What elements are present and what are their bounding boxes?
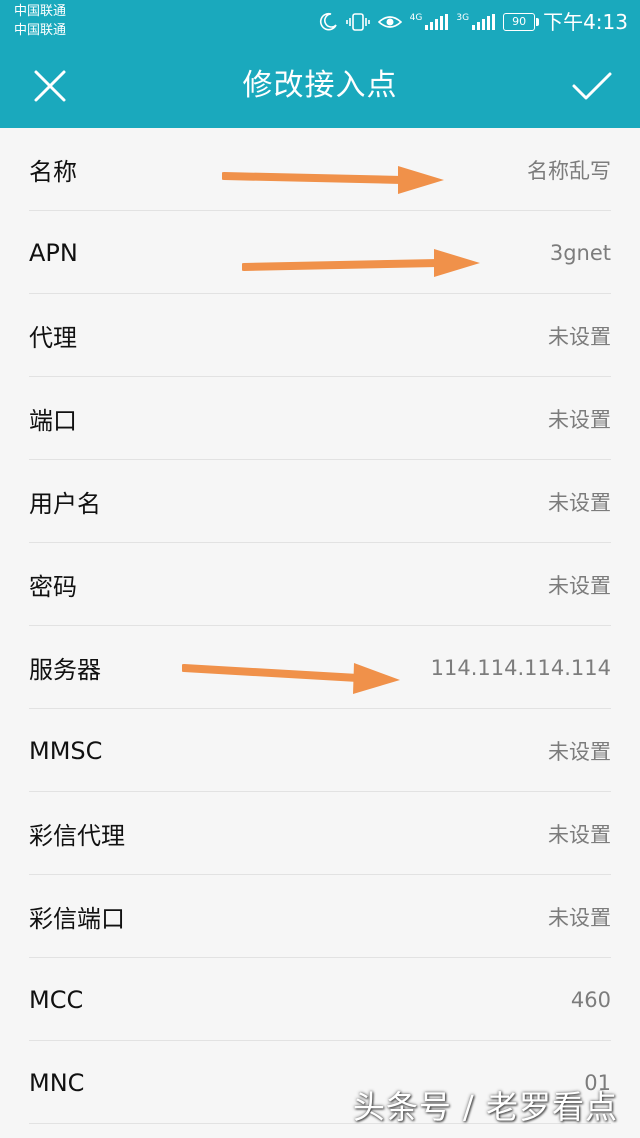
field-label: MMSC: [29, 736, 103, 765]
carrier-label-2: 中国联通: [14, 23, 67, 38]
field-label: 彩信端口: [29, 905, 125, 933]
field-row-mms-port[interactable]: 彩信端口 未设置: [0, 875, 640, 958]
apn-field-list: 名称 名称乱写 APN 3gnet 代理 未设置 端口 未设置 用户名 未设置 …: [0, 128, 640, 1124]
field-label: 名称: [29, 158, 77, 186]
field-row-name[interactable]: 名称 名称乱写: [0, 128, 640, 211]
signal-icon-1: 4G: [410, 14, 449, 30]
page-title: 修改接入点: [242, 68, 398, 103]
field-label: 代理: [29, 324, 77, 352]
field-row-port[interactable]: 端口 未设置: [0, 377, 640, 460]
field-value: 未设置: [548, 324, 611, 349]
field-label: APN: [29, 238, 78, 267]
eye-icon: [377, 16, 402, 28]
signal-icon-2: 3G: [456, 13, 496, 30]
network-type-1: 4G: [409, 13, 423, 23]
field-row-server[interactable]: 服务器 114.114.114.114: [0, 626, 640, 709]
confirm-button[interactable]: [568, 62, 616, 110]
network-type-2: 3G: [456, 13, 470, 23]
field-value: 名称乱写: [527, 158, 611, 183]
moon-icon: [319, 12, 337, 31]
status-bar: 中国联通 中国联通 4G 3G 90 下午4:13: [0, 0, 640, 44]
field-value: 460: [570, 987, 611, 1012]
status-time: 下午4:13: [543, 10, 628, 34]
field-row-username[interactable]: 用户名 未设置: [0, 460, 640, 543]
field-value: 未设置: [548, 905, 611, 930]
status-icons: 4G 3G 90 下午4:13: [318, 8, 628, 36]
watermark: 头条号 / 老罗看点: [352, 1088, 618, 1126]
carrier-label-1: 中国联通: [14, 4, 67, 19]
field-row-mcc[interactable]: MCC 460: [0, 958, 640, 1041]
field-label: 服务器: [29, 656, 101, 684]
field-value: 未设置: [548, 573, 611, 598]
field-row-mms-proxy[interactable]: 彩信代理 未设置: [0, 792, 640, 875]
field-label: 端口: [29, 407, 77, 435]
battery-icon: 90: [503, 13, 540, 31]
field-value: 未设置: [548, 822, 611, 847]
field-label: MCC: [29, 985, 84, 1014]
field-row-apn[interactable]: APN 3gnet: [0, 211, 640, 294]
field-value: 114.114.114.114: [430, 655, 611, 680]
field-value: 未设置: [548, 490, 611, 515]
field-value: 3gnet: [549, 240, 611, 265]
check-icon: [572, 72, 612, 100]
field-label: MNC: [29, 1068, 85, 1097]
field-label: 彩信代理: [29, 822, 125, 850]
field-row-password[interactable]: 密码 未设置: [0, 543, 640, 626]
field-row-mmsc[interactable]: MMSC 未设置: [0, 709, 640, 792]
field-value: 未设置: [548, 739, 611, 764]
field-value: 未设置: [548, 407, 611, 432]
vibrate-icon: [345, 13, 370, 31]
app-bar: 中国联通 中国联通 4G 3G 90 下午4:13 修改接入点: [0, 0, 640, 128]
field-label: 密码: [29, 573, 77, 601]
field-row-proxy[interactable]: 代理 未设置: [0, 294, 640, 377]
field-label: 用户名: [29, 490, 101, 518]
